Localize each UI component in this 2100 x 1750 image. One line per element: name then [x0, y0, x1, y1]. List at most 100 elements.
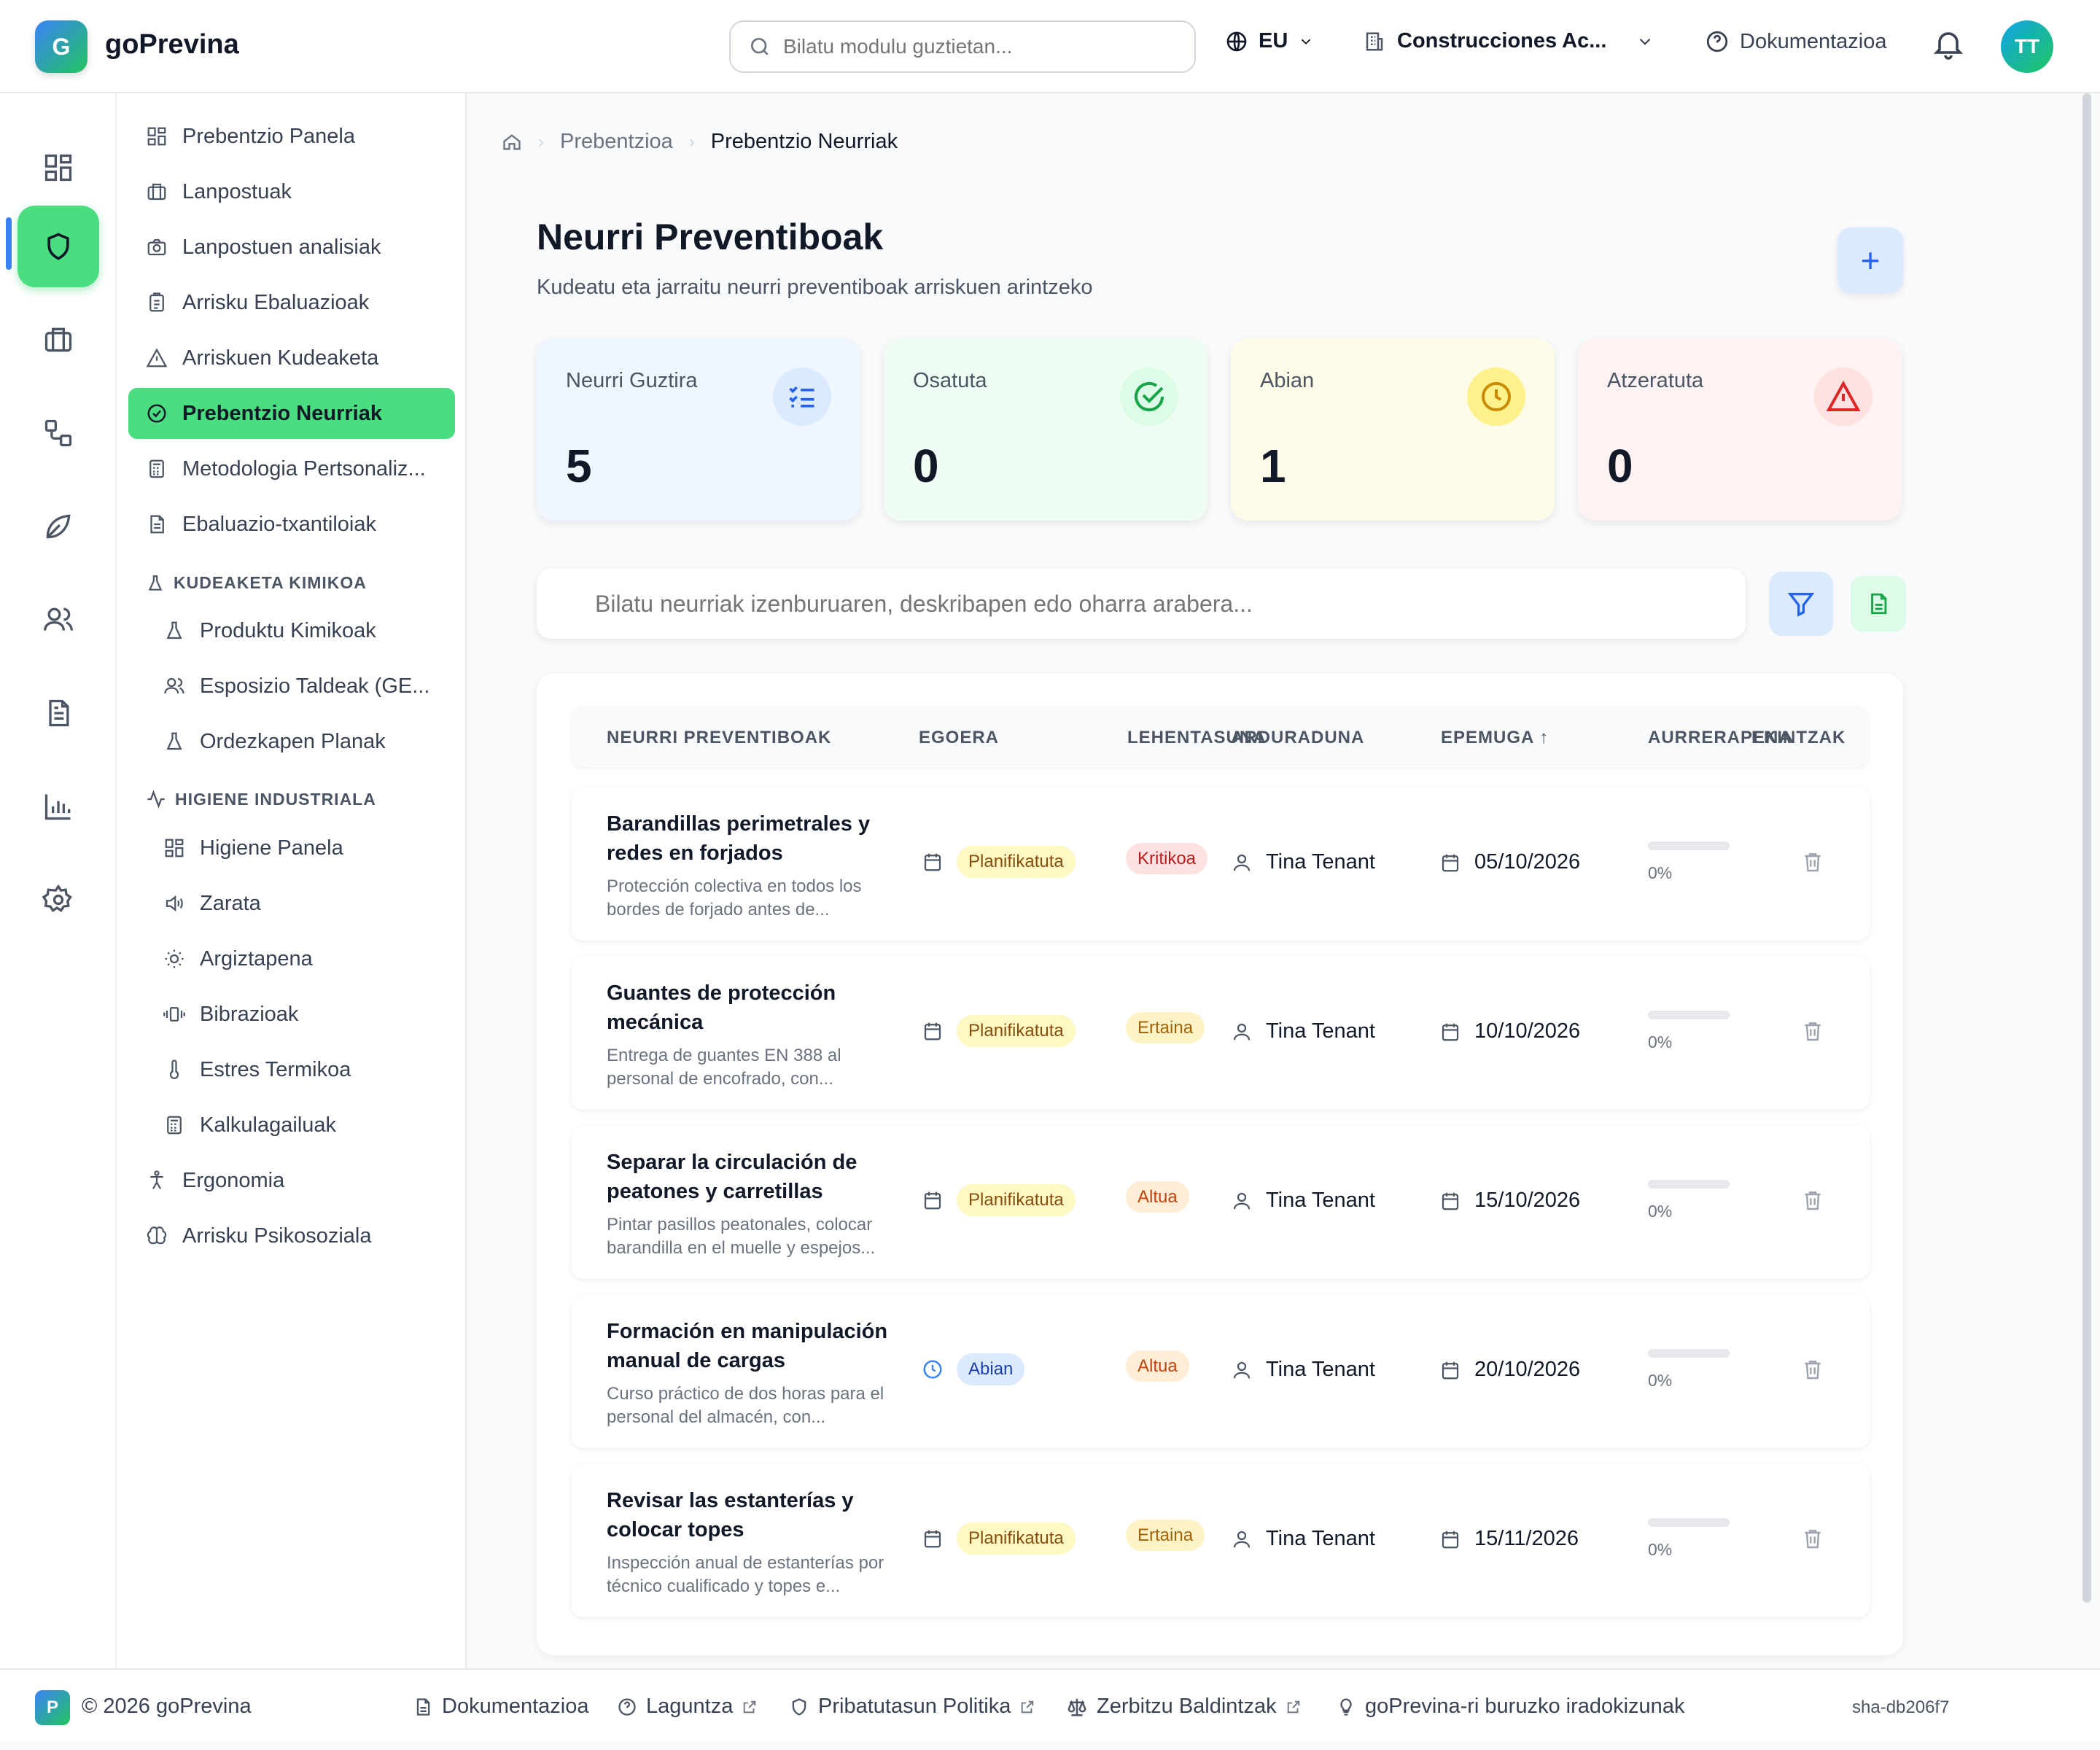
table-row[interactable]: Separar la circulación de peatones y car… — [572, 1126, 1870, 1279]
sidebar-item-calculators[interactable]: Kalkulagailuak — [128, 1100, 455, 1151]
sidebar-item-label: Ergonomia — [182, 1168, 285, 1192]
shield-icon — [792, 1698, 806, 1716]
measures-search[interactable] — [537, 569, 1746, 639]
measure-title[interactable]: Separar la circulación de peatones y car… — [607, 1148, 898, 1206]
measures-table: NEURRI PREVENTIBOAK EGOERA LEHENTASUNA A… — [537, 674, 1903, 1655]
measure-description: Entrega de guantes EN 388 al personal de… — [607, 1046, 841, 1089]
sidebar-item-risk-management[interactable]: Arriskuen Kudeaketa — [128, 332, 455, 384]
sidebar-item-thermal-stress[interactable]: Estres Termikoa — [128, 1044, 455, 1095]
shield-icon — [47, 233, 69, 260]
docs-link[interactable]: Dokumentazioa — [1705, 29, 1887, 54]
person-icon — [150, 1170, 163, 1189]
rail-prevention[interactable] — [18, 206, 99, 287]
chevron-down-icon — [1302, 39, 1311, 44]
page-scrollbar[interactable] — [2082, 93, 2091, 1603]
trash-icon — [1805, 1191, 1821, 1210]
measures-search-input[interactable] — [595, 590, 1689, 618]
rail-environment[interactable] — [18, 486, 99, 567]
sidebar-item-lighting[interactable]: Argiztapena — [128, 933, 455, 984]
table-row[interactable]: Revisar las estanterías y colocar topes I… — [572, 1464, 1870, 1617]
rail-dashboard[interactable] — [18, 127, 99, 209]
user-avatar[interactable]: TT — [2001, 20, 2053, 73]
rail-jobs[interactable] — [18, 299, 99, 381]
footer-link-privacy[interactable]: Pribatutasun Politika — [789, 1695, 1035, 1719]
rail-workflow[interactable] — [18, 392, 99, 474]
rail-reports[interactable] — [18, 766, 99, 847]
app-logo[interactable]: G — [35, 20, 88, 73]
progress-text: 0% — [1648, 1371, 1673, 1390]
stat-icon-wrap — [1467, 368, 1525, 426]
company-selector[interactable]: Construcciones Ac... — [1364, 29, 1654, 53]
check-circle-icon — [147, 404, 166, 423]
app-name[interactable]: goPrevina — [105, 29, 239, 61]
delete-button[interactable] — [1801, 1527, 1824, 1550]
priority-badge: Kritikoa — [1126, 843, 1208, 874]
sidebar-item-jobs[interactable]: Lanpostuak — [128, 166, 455, 217]
sidebar-item-exposure-groups[interactable]: Esposizio Taldeak (GE... — [128, 661, 455, 712]
delete-button[interactable] — [1801, 850, 1824, 874]
table-header: NEURRI PREVENTIBOAK EGOERA LEHENTASUNA A… — [572, 706, 1870, 767]
file-icon — [416, 1698, 430, 1716]
sidebar-item-ergonomics[interactable]: Ergonomia — [128, 1155, 455, 1206]
chevron-right-icon: › — [688, 131, 695, 152]
sidebar-item-job-analysis[interactable]: Lanpostuen analisiak — [128, 222, 455, 273]
gear-icon — [42, 884, 72, 912]
notifications-button[interactable] — [1931, 26, 1966, 61]
sidebar-item-vibrations[interactable]: Bibrazioak — [128, 989, 455, 1040]
table-row[interactable]: Barandillas perimetrales y redes en forj… — [572, 788, 1870, 941]
sidebar-item-label: Prebentzio Panela — [182, 124, 355, 148]
sidebar-item-prevention-panel[interactable]: Prebentzio Panela — [128, 111, 455, 162]
responsible-name: Tina Tenant — [1266, 1527, 1375, 1550]
footer-link-terms[interactable]: Zerbitzu Baldintzak — [1066, 1695, 1302, 1719]
breadcrumb-prevention[interactable]: Prebentzioa — [560, 130, 673, 154]
col-deadline[interactable]: EPEMUGA ↑ — [1441, 728, 1549, 748]
warning-icon — [146, 348, 168, 368]
sidebar-item-custom-methodology[interactable]: Metodologia Pertsonaliz... — [128, 443, 455, 494]
sidebar-item-risk-evaluations[interactable]: Arrisku Ebaluazioak — [128, 277, 455, 328]
delete-button[interactable] — [1801, 1019, 1824, 1043]
sidebar-item-prevention-measures[interactable]: Prebentzio Neurriak — [128, 388, 455, 439]
measure-title[interactable]: Formación en manipulación manual de carg… — [607, 1317, 898, 1375]
rail-users[interactable] — [18, 579, 99, 661]
stat-label: Osatuta — [913, 369, 987, 392]
sidebar-item-templates[interactable]: Ebaluazio-txantiloiak — [128, 499, 455, 550]
footer-link-suggestions[interactable]: goPrevina-ri buruzko iradokizunak — [1336, 1695, 1684, 1719]
table-row[interactable]: Guantes de protección mecánica Entrega de… — [572, 957, 1870, 1110]
stat-label: Abian — [1260, 369, 1315, 392]
rail-settings[interactable] — [18, 859, 99, 941]
delete-button[interactable] — [1801, 1358, 1824, 1381]
responsible-name: Tina Tenant — [1266, 1189, 1375, 1212]
col-responsible[interactable]: ARDURADUNA — [1231, 728, 1364, 748]
home-icon[interactable] — [502, 132, 522, 152]
footer-link-docs[interactable]: Dokumentazioa — [413, 1695, 589, 1719]
global-search-input[interactable] — [783, 35, 1177, 58]
briefcase-icon — [147, 183, 166, 201]
measure-description: Inspección anual de estanterías por técn… — [607, 1553, 884, 1596]
chevron-right-icon: › — [538, 131, 544, 152]
add-measure-button[interactable]: + — [1838, 228, 1903, 293]
sidebar-item-hygiene-panel[interactable]: Higiene Panela — [128, 822, 455, 874]
flask-icon — [166, 621, 182, 639]
col-status[interactable]: EGOERA — [919, 728, 999, 748]
sidebar-item-chemical-products[interactable]: Produktu Kimikoak — [128, 605, 455, 656]
filter-button[interactable] — [1769, 572, 1833, 636]
export-button[interactable] — [1851, 576, 1906, 631]
col-measures[interactable]: NEURRI PREVENTIBOAK — [607, 728, 831, 748]
measure-title[interactable]: Guantes de protección mecánica — [607, 979, 898, 1037]
table-row[interactable]: Formación en manipulación manual de carg… — [572, 1295, 1870, 1448]
rail-documents[interactable] — [18, 672, 99, 754]
deadline-cell: 20/10/2026 — [1439, 1358, 1580, 1382]
language-selector[interactable]: EU — [1225, 29, 1314, 53]
trash-icon — [1805, 853, 1821, 872]
section-label: KUDEAKETA KIMIKOA — [174, 573, 367, 592]
status-badge: Planifikatuta — [957, 1015, 1076, 1047]
sidebar-item-substitution-plans[interactable]: Ordezkapen Planak — [128, 716, 455, 767]
sidebar-item-psychosocial[interactable]: Arrisku Psikosoziala — [128, 1210, 455, 1261]
external-link-icon — [1287, 1700, 1299, 1713]
delete-button[interactable] — [1801, 1189, 1824, 1212]
footer-link-help[interactable]: Laguntza — [617, 1695, 758, 1719]
sidebar-item-noise[interactable]: Zarata — [128, 878, 455, 929]
measure-title[interactable]: Barandillas perimetrales y redes en forj… — [607, 809, 898, 868]
measure-title[interactable]: Revisar las estanterías y colocar topes — [607, 1486, 898, 1544]
global-search[interactable] — [729, 20, 1196, 73]
